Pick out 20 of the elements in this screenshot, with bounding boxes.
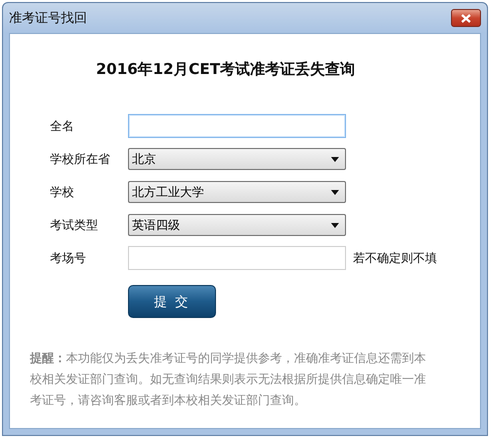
caret-icon xyxy=(331,190,339,194)
field-label: 考试类型 xyxy=(50,216,99,234)
field-label: 学校 xyxy=(50,184,75,200)
field-hint: 若不确定则不填 xyxy=(353,250,437,266)
caret-icon xyxy=(331,222,339,228)
close-button[interactable] xyxy=(451,9,481,27)
text-field[interactable] xyxy=(128,246,346,270)
close-icon xyxy=(461,14,471,22)
dropdown[interactable]: 英语四级 xyxy=(128,214,346,236)
text-field[interactable] xyxy=(128,114,346,138)
caret-icon xyxy=(331,156,339,162)
notice-text: 提醒：本功能仅为丢失准考证号的同学提供参考，准确准考证信息还需到本校相关发证部门查询。如无查询结果则表示无法根据所提供信息确定唯一准考证号，请咨询客服或者到本校相关发证部门查询。 xyxy=(30,350,427,409)
page-heading: 2016年12月CET考试准考证丢失查询 xyxy=(96,60,356,79)
field-label: 学校所在省 xyxy=(50,150,111,168)
dropdown[interactable]: 北方工业大学 xyxy=(128,181,346,203)
dropdown[interactable]: 北京 xyxy=(128,148,346,170)
submit-button[interactable]: 提 交 xyxy=(128,285,216,318)
field-label: 全名 xyxy=(50,118,75,134)
field-label: 考场号 xyxy=(50,250,87,266)
window-title: 准考证号找回 xyxy=(9,10,87,27)
